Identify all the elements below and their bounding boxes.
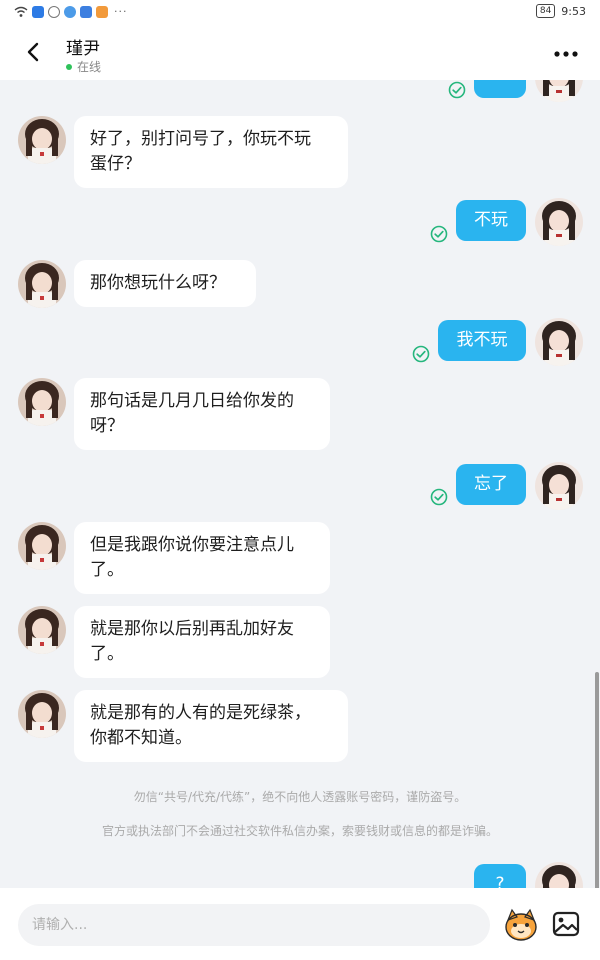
online-status-label: 在线 [77,60,102,74]
image-icon[interactable] [550,908,582,940]
contact-name: 瑾尹 [66,39,100,59]
message-text-line: 就是那你以后别再乱加好友 [90,619,294,639]
message-bubble-in[interactable]: 就是那你以后别再乱加好友 了。 [74,606,330,678]
avatar-contact[interactable] [18,606,66,654]
browser-icon [64,5,76,18]
read-check-icon [430,488,448,506]
game-app-icon [96,5,108,18]
online-dot-icon [66,63,72,70]
read-check-icon [448,81,466,99]
message-bubble-in[interactable]: 那句话是几月几日给你发的 呀？ [74,378,330,450]
message-bubble-in[interactable]: 就是那有的人有的是死绿茶， 你都不知道。 [74,690,348,762]
input-bar [0,888,600,960]
avatar-me[interactable] [535,318,583,366]
clock: 9:53 [561,4,586,18]
chat-scrollbar[interactable] [595,672,599,888]
safety-notice: 官方或执法部门不会通过社交软件私信办案，索要钱财或信息的都是诈骗。 [101,824,498,838]
status-icons: ··· [14,5,128,18]
app-notification-icon [32,5,44,18]
more-dots-icon[interactable] [552,44,580,64]
read-check-icon [430,225,448,243]
message-text-line: 了。 [90,644,124,664]
message-bubble-out[interactable]: 我不玩 [438,320,526,361]
battery-icon: 84 [535,4,556,18]
avatar-contact[interactable] [18,378,66,426]
message-text-line: 呀？ [90,416,124,436]
message-text-line: 那你想玩什么呀？ [90,273,226,293]
store-icon [80,5,92,18]
message-text-line: 蛋仔？ [90,154,141,174]
message-text-line: 但是我跟你说你要注意点儿 [90,535,294,555]
message-text-line: 那句话是几月几日给你发的 [90,391,294,411]
message-bubble-out[interactable]: 忘了 [456,464,526,505]
emoji-mascot-icon[interactable] [502,906,540,944]
message-bubble-out[interactable]: ? [474,864,526,888]
message-list[interactable]: 好了，别打问号了，你玩不玩 蛋仔？ 不玩 那你想玩什么呀？ 我不玩 那句话是几月… [0,80,600,888]
safety-notice: 勿信“共号/代充/代练”，绝不向他人透露账号密码，谨防盗号。 [133,790,467,804]
message-bubble-in[interactable]: 那你想玩什么呀？ [74,260,256,307]
message-text-line: 好了，别打问号了，你玩不玩 [90,129,311,149]
more-notifications: ··· [114,5,128,18]
message-text-line: 了。 [90,560,124,580]
online-status: 在线 [66,58,101,75]
avatar-me[interactable] [535,80,583,102]
avatar-contact[interactable] [18,690,66,738]
avatar-me[interactable] [535,198,583,246]
message-bubble-out[interactable]: 不玩 [456,200,526,241]
avatar-me[interactable] [535,862,583,888]
message-bubble-in[interactable]: 但是我跟你说你要注意点儿 了。 [74,522,330,594]
avatar-contact[interactable] [18,260,66,308]
message-text-line: 你都不知道。 [90,728,192,748]
chat-header: 瑾尹 在线 [0,26,600,80]
wifi-icon [14,6,28,17]
message-bubble-out[interactable] [474,80,526,98]
message-input[interactable] [18,904,490,946]
message-text-line: 就是那有的人有的是死绿茶， [90,703,311,723]
avatar-me[interactable] [535,462,583,510]
message-bubble-in[interactable]: 好了，别打问号了，你玩不玩 蛋仔？ [74,116,348,188]
chevron-left-icon[interactable] [20,38,48,66]
avatar-contact[interactable] [18,116,66,164]
read-check-icon [412,345,430,363]
avatar-contact[interactable] [18,522,66,570]
sync-icon [48,5,60,18]
status-bar: ··· 84 9:53 [0,0,600,26]
